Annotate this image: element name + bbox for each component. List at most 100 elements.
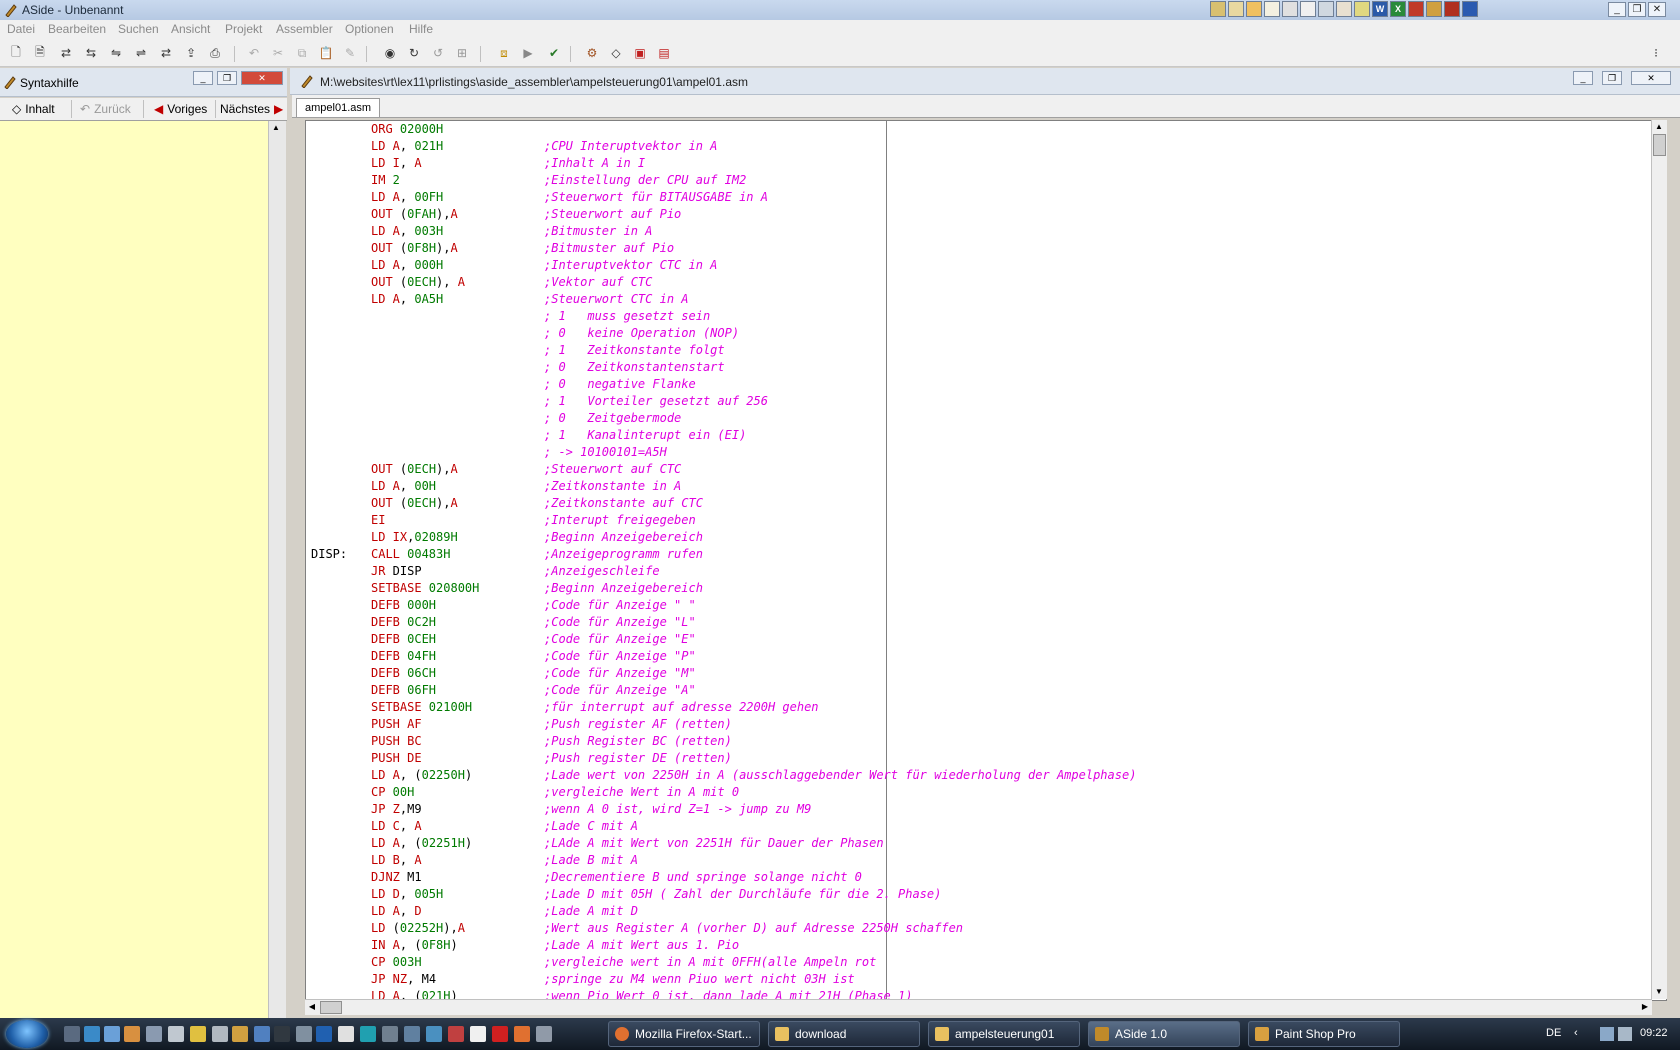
- new-file-icon[interactable]: 🗋: [8, 45, 24, 61]
- quicklaunch-icon[interactable]: [274, 1026, 290, 1042]
- scroll-up-arrow-icon[interactable]: ▲: [269, 121, 283, 135]
- app-shortcut-icon[interactable]: [1408, 1, 1424, 17]
- scroll-left-arrow-icon[interactable]: ◀: [305, 1000, 319, 1014]
- edit-icon[interactable]: ✎: [342, 45, 358, 61]
- app-shortcut-icon[interactable]: [1318, 1, 1334, 17]
- contents-button[interactable]: ◇ Inhalt: [8, 100, 72, 118]
- quicklaunch-icon[interactable]: [124, 1026, 140, 1042]
- help-contents-icon[interactable]: ◇: [608, 45, 624, 61]
- assemble-icon[interactable]: ⧈: [496, 45, 512, 61]
- pane-minimize-button[interactable]: _: [193, 71, 213, 85]
- app-shortcut-icon[interactable]: [1444, 1, 1460, 17]
- chevron-left-icon[interactable]: ‹: [1574, 1027, 1578, 1039]
- scroll-right-arrow-icon[interactable]: ▶: [1638, 1000, 1652, 1014]
- help-index-icon[interactable]: ▤: [656, 45, 672, 61]
- taskbar-paintshop[interactable]: Paint Shop Pro: [1248, 1021, 1400, 1047]
- vertical-scroll-thumb[interactable]: [1653, 134, 1666, 156]
- taskbar-aside[interactable]: ASide 1.0: [1088, 1021, 1240, 1047]
- new-project-icon[interactable]: ⇌: [133, 45, 149, 61]
- syntax-help-content[interactable]: [0, 121, 268, 1018]
- taskbar-ampelsteuerung[interactable]: ampelsteuerung01: [928, 1021, 1080, 1047]
- replace-icon[interactable]: ↻: [406, 45, 422, 61]
- menu-projekt[interactable]: Projekt: [225, 22, 262, 36]
- quicklaunch-icon[interactable]: [254, 1026, 270, 1042]
- app-shortcut-icon[interactable]: [1210, 1, 1226, 17]
- save-as-icon[interactable]: ⇆: [83, 45, 99, 61]
- print-icon[interactable]: ⎙: [207, 45, 223, 61]
- taskbar-download[interactable]: download: [768, 1021, 920, 1047]
- open-file-icon[interactable]: 🗎: [32, 45, 48, 61]
- restore-button[interactable]: ❐: [1628, 2, 1646, 17]
- menu-ansicht[interactable]: Ansicht: [171, 22, 210, 36]
- excel-icon[interactable]: X: [1390, 1, 1406, 17]
- export-icon[interactable]: ⇪: [183, 45, 199, 61]
- quicklaunch-icon[interactable]: [296, 1026, 312, 1042]
- pane-close-button[interactable]: ✕: [241, 71, 283, 85]
- quicklaunch-icon[interactable]: [404, 1026, 420, 1042]
- close-file-icon[interactable]: ⇋: [108, 45, 124, 61]
- quicklaunch-icon[interactable]: [470, 1026, 486, 1042]
- editor-horizontal-scrollbar[interactable]: ◀ ▶: [305, 999, 1652, 1015]
- quicklaunch-icon[interactable]: [190, 1026, 206, 1042]
- app-shortcut-icon[interactable]: [1336, 1, 1352, 17]
- language-indicator[interactable]: DE: [1546, 1027, 1561, 1039]
- pane-restore-button[interactable]: ❐: [217, 71, 237, 85]
- editor-restore-button[interactable]: ❐: [1602, 71, 1622, 85]
- find-icon[interactable]: ◉: [382, 45, 398, 61]
- taskbar-firefox[interactable]: Mozilla Firefox-Start...: [608, 1021, 760, 1047]
- scroll-up-arrow-icon[interactable]: ▲: [1652, 120, 1666, 134]
- quicklaunch-icon[interactable]: [492, 1026, 508, 1042]
- minimize-button[interactable]: _: [1608, 2, 1626, 17]
- quicklaunch-icon[interactable]: [426, 1026, 442, 1042]
- paste-icon[interactable]: 📋: [318, 45, 334, 61]
- find-next-icon[interactable]: ↺: [430, 45, 446, 61]
- quicklaunch-icon[interactable]: [104, 1026, 120, 1042]
- menu-datei[interactable]: Datei: [7, 22, 35, 36]
- quicklaunch-icon[interactable]: [514, 1026, 530, 1042]
- run-icon[interactable]: ▶: [520, 45, 536, 61]
- app-shortcut-icon[interactable]: [1228, 1, 1244, 17]
- toolbar-options-icon[interactable]: ⁝: [1648, 45, 1664, 61]
- menu-assembler[interactable]: Assembler: [276, 22, 333, 36]
- start-button[interactable]: [6, 1020, 48, 1048]
- editor-minimize-button[interactable]: _: [1573, 71, 1593, 85]
- horizontal-scroll-thumb[interactable]: [320, 1001, 342, 1014]
- app-shortcut-icon[interactable]: [1354, 1, 1370, 17]
- app-shortcut-icon[interactable]: [1462, 1, 1478, 17]
- settings-icon[interactable]: ⚙: [584, 45, 600, 61]
- word-icon[interactable]: W: [1372, 1, 1388, 17]
- quicklaunch-icon[interactable]: [448, 1026, 464, 1042]
- copy-icon[interactable]: ⧉: [294, 45, 310, 61]
- quicklaunch-icon[interactable]: [64, 1026, 80, 1042]
- editor-close-button[interactable]: ✕: [1631, 71, 1671, 85]
- app-shortcut-icon[interactable]: [1300, 1, 1316, 17]
- quicklaunch-icon[interactable]: [536, 1026, 552, 1042]
- quicklaunch-icon[interactable]: [316, 1026, 332, 1042]
- editor-vertical-scrollbar[interactable]: ▲ ▼: [1651, 120, 1667, 999]
- menu-optionen[interactable]: Optionen: [345, 22, 394, 36]
- menu-bearbeiten[interactable]: Bearbeiten: [48, 22, 106, 36]
- undo-icon[interactable]: ↶: [246, 45, 262, 61]
- menu-hilfe[interactable]: Hilfe: [409, 22, 433, 36]
- quicklaunch-icon[interactable]: [84, 1026, 100, 1042]
- network-icon[interactable]: [1600, 1027, 1614, 1041]
- quicklaunch-icon[interactable]: [146, 1026, 162, 1042]
- next-button[interactable]: Nächstes ▶: [216, 100, 286, 118]
- cut-icon[interactable]: ✂: [270, 45, 286, 61]
- app-shortcut-icon[interactable]: [1282, 1, 1298, 17]
- syntax-help-scrollbar[interactable]: ▲: [268, 121, 286, 1018]
- app-shortcut-icon[interactable]: [1246, 1, 1262, 17]
- close-button[interactable]: ✕: [1648, 2, 1666, 17]
- clock[interactable]: 09:22: [1640, 1027, 1668, 1039]
- app-shortcut-icon[interactable]: [1426, 1, 1442, 17]
- goto-icon[interactable]: ⊞: [454, 45, 470, 61]
- check-icon[interactable]: ✔: [546, 45, 562, 61]
- quicklaunch-icon[interactable]: [382, 1026, 398, 1042]
- mail-icon[interactable]: [1264, 1, 1280, 17]
- quicklaunch-icon[interactable]: [360, 1026, 376, 1042]
- open-project-icon[interactable]: ⇄: [158, 45, 174, 61]
- quicklaunch-icon[interactable]: [168, 1026, 184, 1042]
- help-book-icon[interactable]: ▣: [632, 45, 648, 61]
- back-button[interactable]: ↶ Zurück: [76, 100, 144, 118]
- quicklaunch-icon[interactable]: [232, 1026, 248, 1042]
